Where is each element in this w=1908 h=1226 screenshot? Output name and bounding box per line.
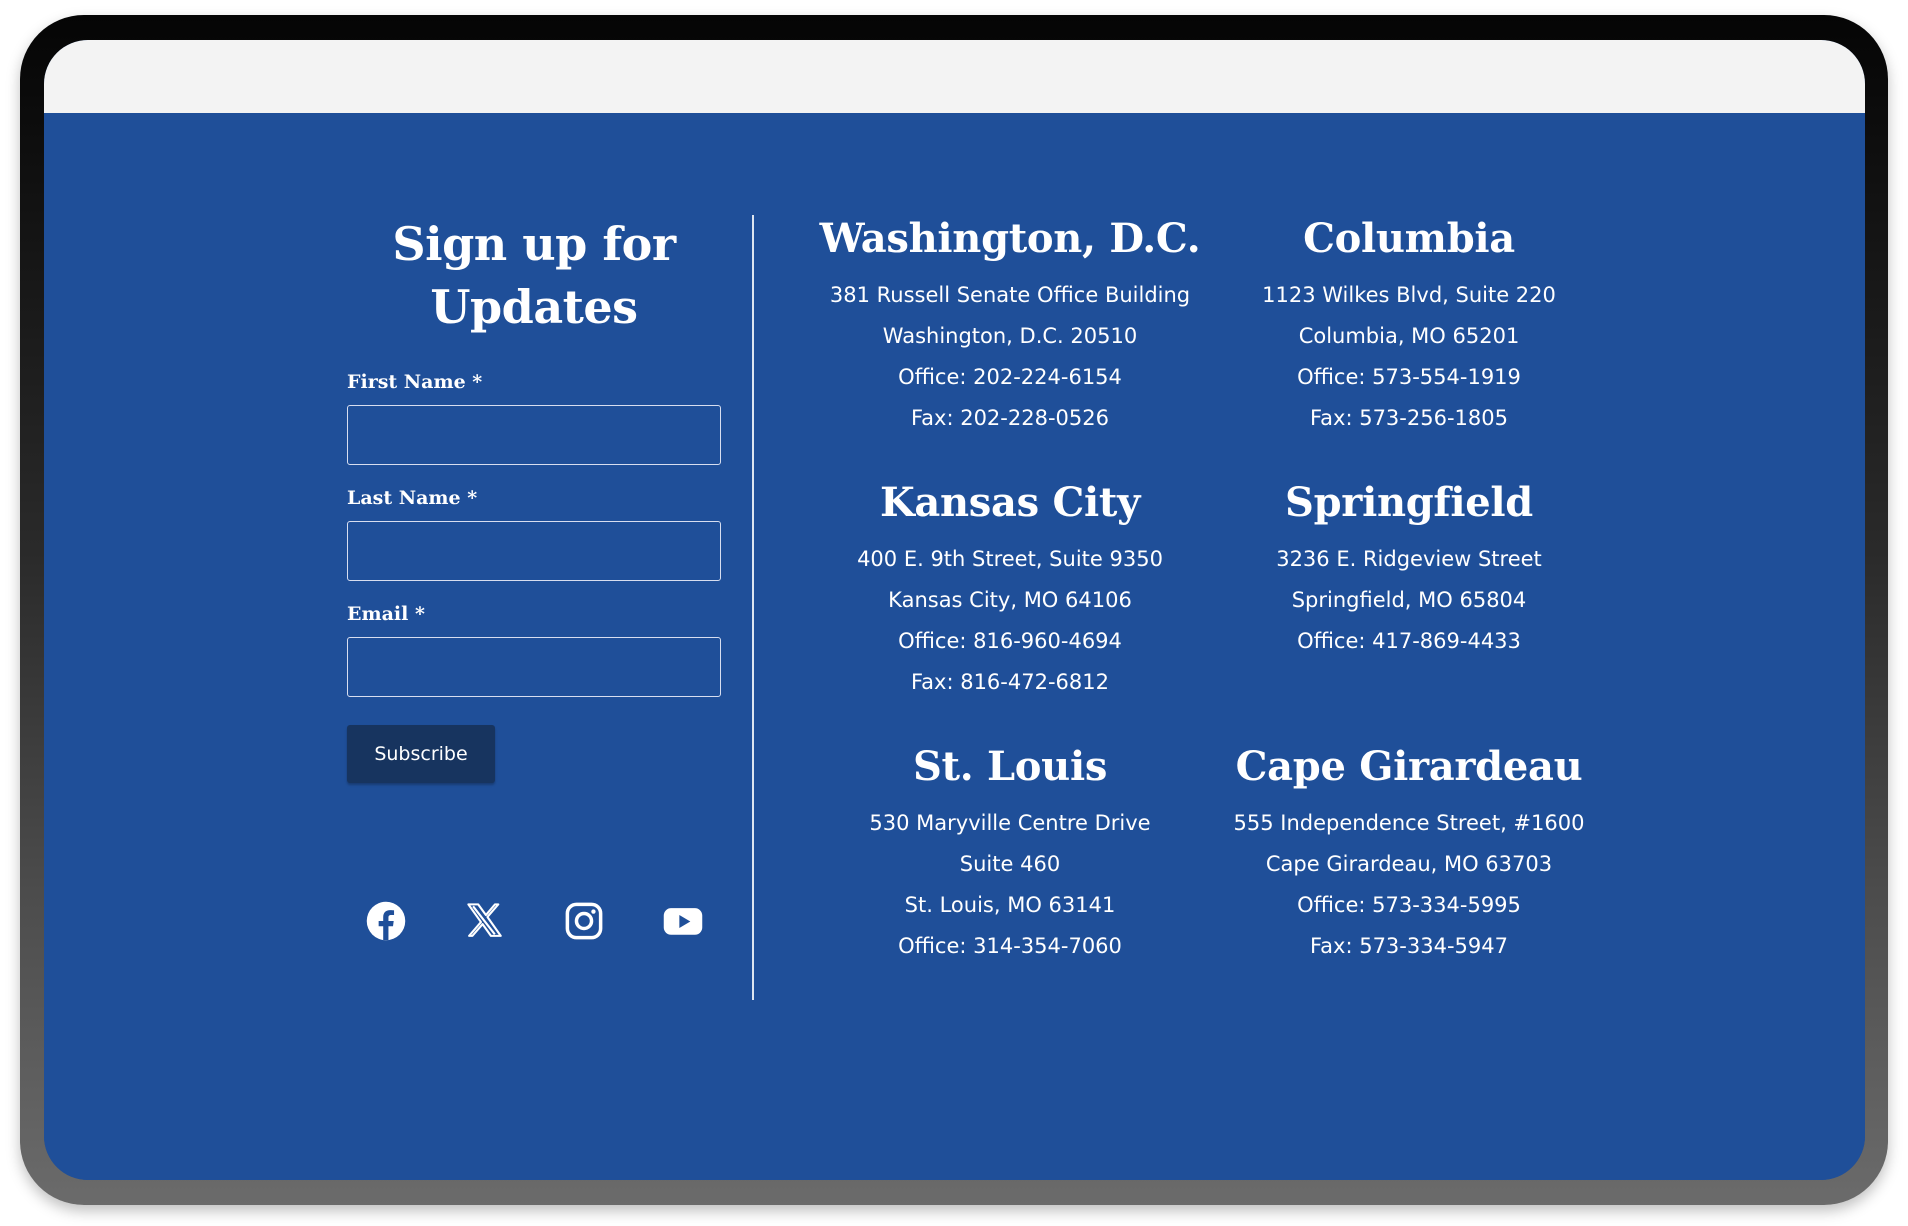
office-address-line-1: 555 Independence Street, #1600: [1233, 811, 1585, 835]
office-cape-girardeau: Cape Girardeau 555 Independence Street, …: [1174, 741, 1644, 967]
office-fax: Fax: 816-472-6812: [911, 670, 1109, 694]
office-columbia: Columbia 1123 Wilkes Blvd, Suite 220 Col…: [1174, 213, 1644, 439]
email-input[interactable]: [347, 637, 721, 697]
facebook-link[interactable]: [361, 896, 411, 946]
device-frame: Sign up for Updates First Name * Last Na…: [20, 15, 1888, 1205]
office-address-line-1: 1123 Wilkes Blvd, Suite 220: [1262, 283, 1556, 307]
last-name-input[interactable]: [347, 521, 721, 581]
column-divider: [752, 215, 754, 1000]
office-address-line-2: Cape Girardeau, MO 63703: [1265, 852, 1553, 876]
office-fax: Fax: 573-256-1805: [1310, 406, 1508, 430]
office-address-line-2: Springfield, MO 65804: [1291, 588, 1527, 612]
x-icon: [467, 903, 502, 937]
youtube-icon: [663, 908, 703, 935]
signup-title: Sign up for Updates: [392, 217, 676, 334]
first-name-label: First Name *: [347, 371, 483, 393]
first-name-input[interactable]: [347, 405, 721, 465]
signup-form: Sign up for Updates First Name * Last Na…: [347, 213, 721, 783]
office-address-line-1: 3236 E. Ridgeview Street: [1276, 547, 1542, 571]
browser-viewport: Sign up for Updates First Name * Last Na…: [44, 40, 1865, 1180]
page-top-band: [44, 40, 1865, 113]
youtube-link[interactable]: [658, 896, 708, 946]
office-address-line-2: Columbia, MO 65201: [1298, 324, 1520, 348]
office-phone: Office: 573-554-1919: [1297, 365, 1521, 389]
instagram-link[interactable]: [559, 896, 609, 946]
subscribe-button[interactable]: Subscribe: [347, 725, 495, 783]
office-springfield: Springfield 3236 E. Ridgeview Street Spr…: [1174, 477, 1644, 662]
facebook-icon: [366, 901, 406, 941]
site-footer: Sign up for Updates First Name * Last Na…: [44, 113, 1865, 1180]
x-link[interactable]: [460, 896, 510, 946]
office-name: Columbia: [1303, 215, 1515, 262]
last-name-label: Last Name *: [347, 487, 478, 509]
instagram-icon: [565, 902, 603, 940]
office-name: Cape Girardeau: [1235, 743, 1583, 790]
office-name: Springfield: [1285, 479, 1533, 526]
office-phone: Office: 417-869-4433: [1297, 629, 1521, 653]
office-phone: Office: 573-334-5995: [1297, 893, 1521, 917]
email-label: Email *: [347, 603, 425, 625]
office-fax: Fax: 573-334-5947: [1310, 934, 1508, 958]
social-links: [361, 896, 761, 946]
